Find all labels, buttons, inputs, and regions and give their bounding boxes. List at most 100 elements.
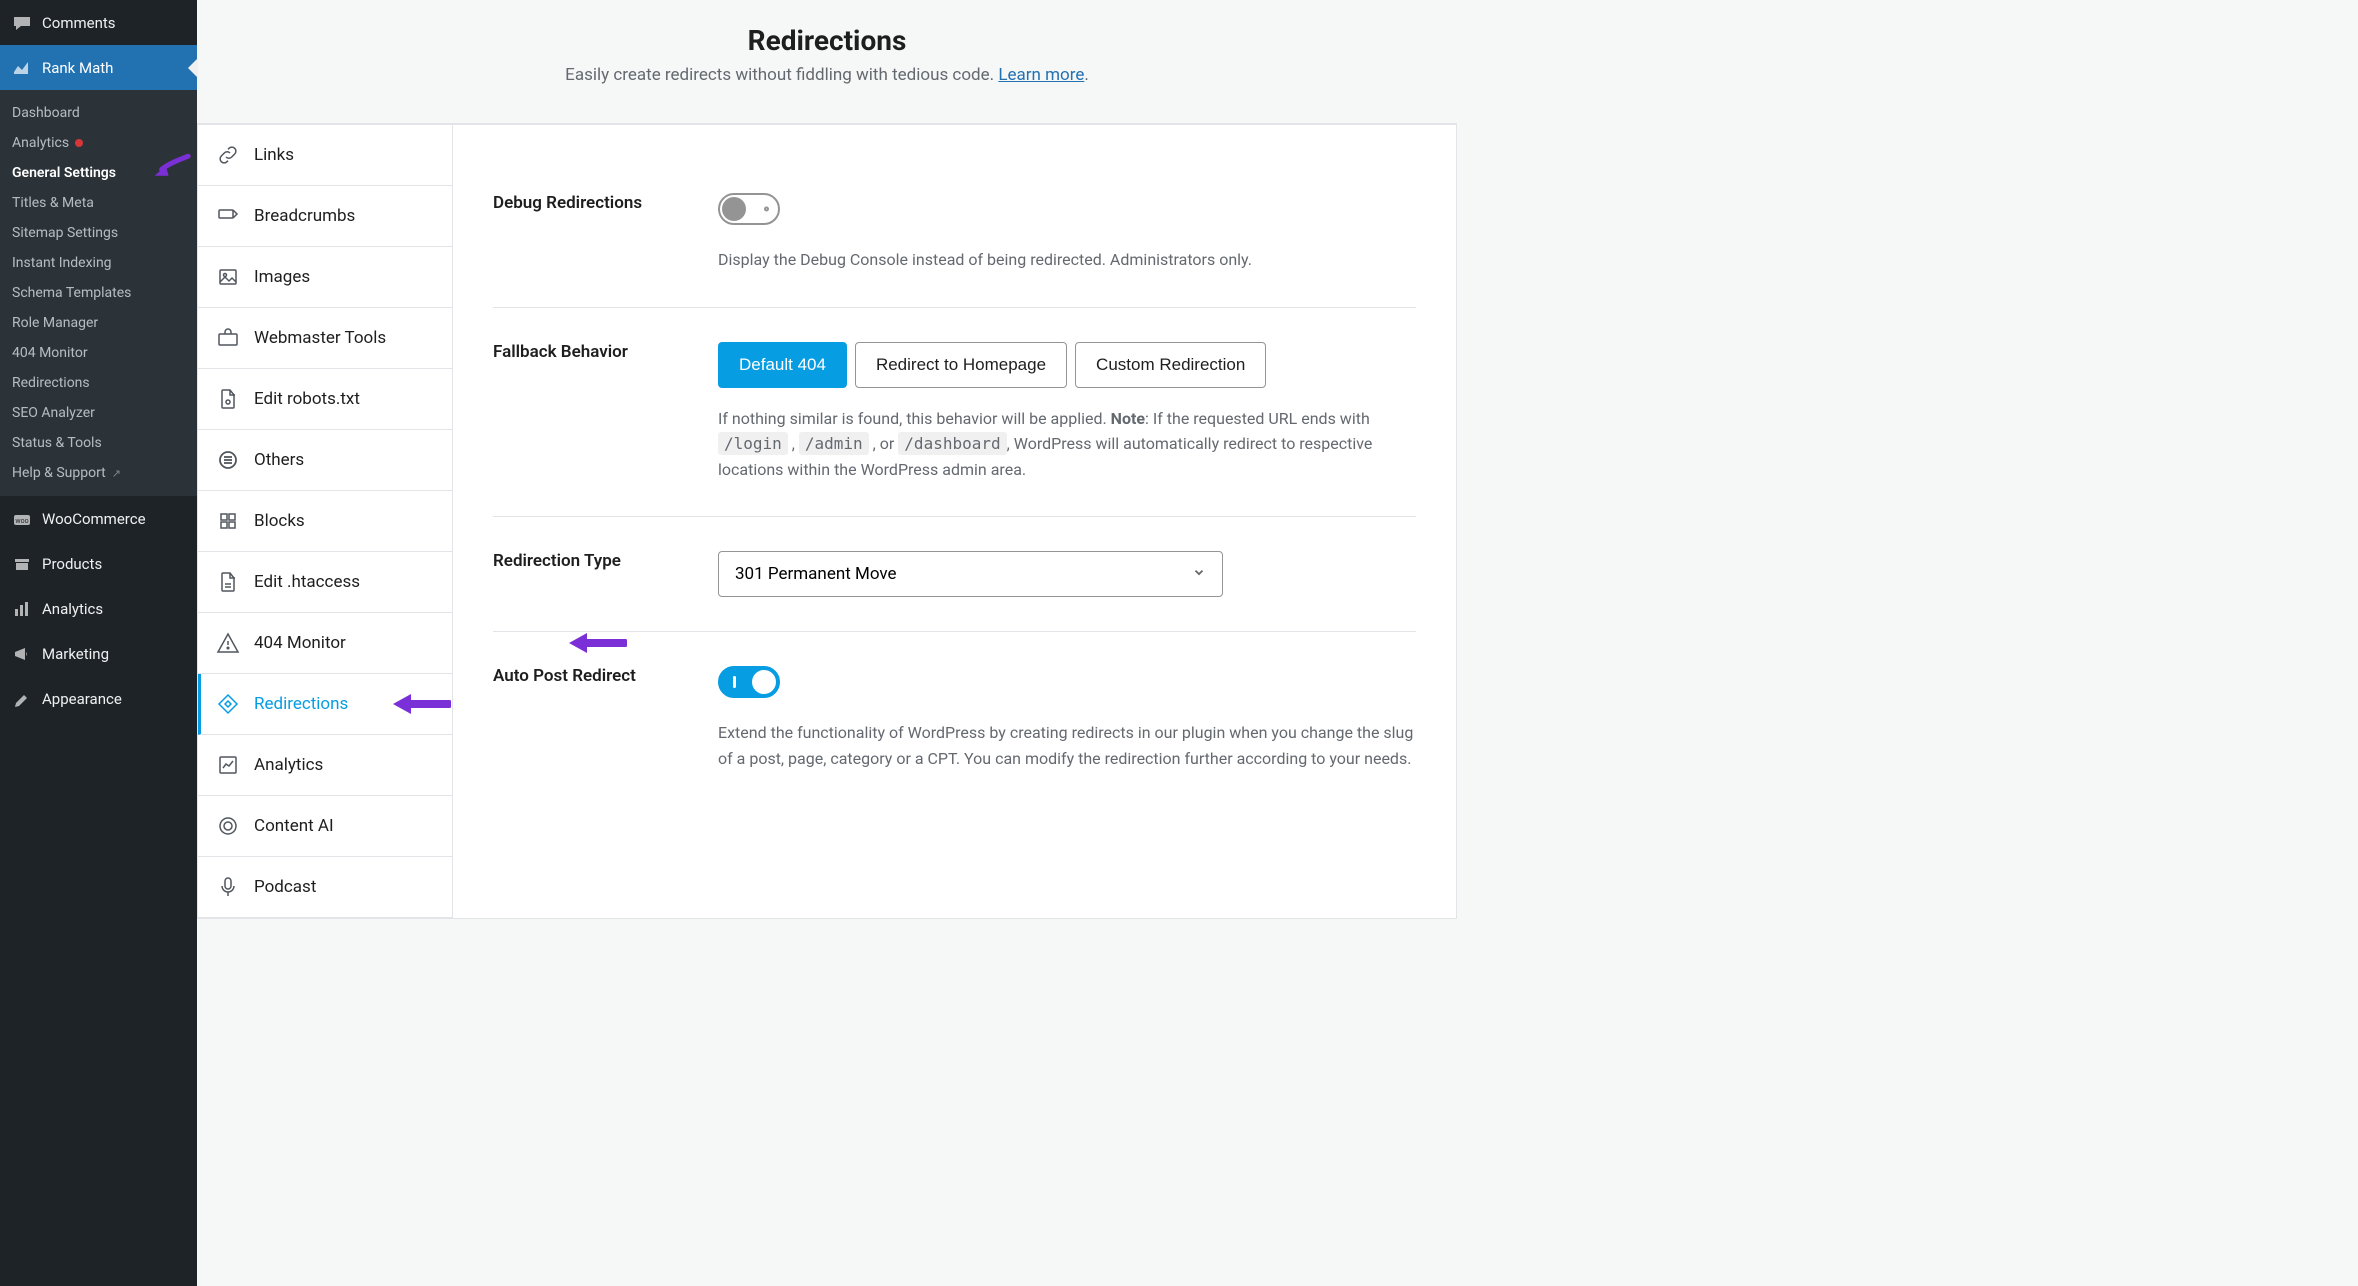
sidebar-item-label: Marketing	[42, 645, 109, 663]
mic-icon	[216, 875, 240, 899]
sidebar-subitem-label: Role Manager	[12, 315, 98, 331]
field-fallback-behavior: Fallback Behavior Default 404 Redirect t…	[493, 308, 1416, 518]
wp-admin-sidebar: Comments Rank Math Dashboard Analytics Gen…	[0, 0, 197, 1286]
page-title: Redirections	[197, 24, 1457, 57]
sidebar-subitem-titles-meta[interactable]: Titles & Meta	[0, 188, 197, 218]
sidebar-subitem-label: SEO Analyzer	[12, 405, 95, 421]
sidebar-subitem-help-support[interactable]: Help & Support ↗	[0, 458, 197, 488]
field-label: Debug Redirections	[493, 193, 718, 213]
sidebar-subitem-label: Redirections	[12, 375, 90, 391]
page-header: Redirections Easily create redirects wit…	[197, 0, 1457, 124]
tab-blocks[interactable]: Blocks	[198, 491, 452, 552]
woo-icon: woo	[12, 509, 32, 529]
sidebar-item-products[interactable]: Products	[0, 541, 197, 586]
bar-chart-icon	[12, 599, 32, 619]
sidebar-subitem-label: Sitemap Settings	[12, 225, 118, 241]
tab-redirections[interactable]: Redirections	[198, 674, 452, 735]
field-redirection-type: Redirection Type 301 Permanent Move	[493, 517, 1416, 632]
links-icon	[216, 143, 240, 167]
sidebar-subitem-label: Instant Indexing	[12, 255, 112, 271]
ai-icon	[216, 814, 240, 838]
learn-more-link[interactable]: Learn more	[998, 65, 1084, 85]
images-icon	[216, 265, 240, 289]
tab-images[interactable]: Images	[198, 247, 452, 308]
main-content: Redirections Easily create redirects wit…	[197, 0, 2358, 1286]
toggle-on-indicator	[733, 676, 736, 688]
tab-links[interactable]: Links	[198, 125, 452, 186]
tab-label: Analytics	[254, 755, 323, 775]
sidebar-subitem-label: 404 Monitor	[12, 345, 88, 361]
comments-icon	[12, 13, 32, 33]
tab-label: Redirections	[254, 694, 348, 714]
toggle-auto-post-redirect[interactable]	[718, 666, 780, 698]
field-help-text: Display the Debug Console instead of bei…	[718, 247, 1416, 273]
tab-label: 404 Monitor	[254, 633, 346, 653]
tab-content-ai[interactable]: Content AI	[198, 796, 452, 857]
sidebar-subitem-label: Analytics	[12, 135, 69, 151]
sidebar-subitem-sitemap-settings[interactable]: Sitemap Settings	[0, 218, 197, 248]
sidebar-item-label: WooCommerce	[42, 510, 146, 528]
select-value: 301 Permanent Move	[735, 564, 897, 584]
sidebar-item-label: Products	[42, 555, 102, 573]
field-debug-redirections: Debug Redirections Display the Debug Con…	[493, 165, 1416, 308]
tab-404-monitor[interactable]: 404 Monitor	[198, 613, 452, 674]
megaphone-icon	[12, 644, 32, 664]
field-help-text: If nothing similar is found, this behavi…	[718, 406, 1416, 483]
sidebar-subitem-404-monitor[interactable]: 404 Monitor	[0, 338, 197, 368]
tab-breadcrumbs[interactable]: Breadcrumbs	[198, 186, 452, 247]
sidebar-subitem-label: Dashboard	[12, 105, 80, 121]
page-subtitle: Easily create redirects without fiddling…	[197, 65, 1457, 85]
field-label: Redirection Type	[493, 551, 718, 571]
settings-tabs: LinksBreadcrumbsImagesWebmaster ToolsEdi…	[198, 125, 453, 918]
tab-analytics[interactable]: Analytics	[198, 735, 452, 796]
sidebar-subitem-analytics[interactable]: Analytics	[0, 128, 197, 158]
archive-icon	[12, 554, 32, 574]
sidebar-item-analytics[interactable]: Analytics	[0, 586, 197, 631]
tab-edit-robots-txt[interactable]: Edit robots.txt	[198, 369, 452, 430]
tab-label: Podcast	[254, 877, 316, 897]
sidebar-item-marketing[interactable]: Marketing	[0, 631, 197, 676]
toggle-knob	[722, 197, 746, 221]
field-label: Fallback Behavior	[493, 342, 718, 362]
tab-label: Others	[254, 450, 304, 470]
chevron-down-icon	[1192, 565, 1206, 583]
sidebar-subitem-role-manager[interactable]: Role Manager	[0, 308, 197, 338]
tab-webmaster-tools[interactable]: Webmaster Tools	[198, 308, 452, 369]
annotation-arrow-icon	[391, 690, 451, 718]
sidebar-subitem-schema-templates[interactable]: Schema Templates	[0, 278, 197, 308]
tab-label: Links	[254, 145, 294, 165]
tab-podcast[interactable]: Podcast	[198, 857, 452, 918]
sidebar-item-comments[interactable]: Comments	[0, 0, 197, 45]
warning-icon	[216, 631, 240, 655]
sidebar-subitem-label: Schema Templates	[12, 285, 131, 301]
file-cog-icon	[216, 387, 240, 411]
sidebar-item-appearance[interactable]: Appearance	[0, 676, 197, 721]
select-redirection-type[interactable]: 301 Permanent Move	[718, 551, 1223, 597]
sidebar-subitem-dashboard[interactable]: Dashboard	[0, 98, 197, 128]
sidebar-subitem-status-tools[interactable]: Status & Tools	[0, 428, 197, 458]
sidebar-item-label: Appearance	[42, 690, 122, 708]
fallback-option-default-404[interactable]: Default 404	[718, 342, 847, 388]
sidebar-item-woocommerce[interactable]: woo WooCommerce	[0, 496, 197, 541]
sidebar-item-rank-math[interactable]: Rank Math	[0, 45, 197, 90]
external-link-icon: ↗	[112, 467, 121, 480]
tab-others[interactable]: Others	[198, 430, 452, 491]
brush-icon	[12, 689, 32, 709]
field-auto-post-redirect: Auto Post Redirect Extend the functional…	[493, 632, 1416, 805]
fallback-button-group: Default 404 Redirect to Homepage Custom …	[718, 342, 1416, 388]
sidebar-subitem-label: Help & Support	[12, 465, 106, 481]
toggle-debug-redirections[interactable]	[718, 193, 780, 225]
sidebar-subitem-general-settings[interactable]: General Settings	[0, 158, 197, 188]
rank-math-submenu: Dashboard Analytics General SettingsTitles…	[0, 90, 197, 496]
sidebar-subitem-seo-analyzer[interactable]: SEO Analyzer	[0, 398, 197, 428]
field-help-text: Extend the functionality of WordPress by…	[718, 720, 1416, 771]
tab-edit-htaccess[interactable]: Edit .htaccess	[198, 552, 452, 613]
sidebar-subitem-instant-indexing[interactable]: Instant Indexing	[0, 248, 197, 278]
fallback-option-redirect-homepage[interactable]: Redirect to Homepage	[855, 342, 1067, 388]
tab-label: Images	[254, 267, 310, 287]
toggle-knob	[752, 670, 776, 694]
sidebar-subitem-redirections[interactable]: Redirections	[0, 368, 197, 398]
trend-icon	[216, 753, 240, 777]
fallback-option-custom-redirection[interactable]: Custom Redirection	[1075, 342, 1266, 388]
sidebar-item-label: Rank Math	[42, 59, 113, 77]
